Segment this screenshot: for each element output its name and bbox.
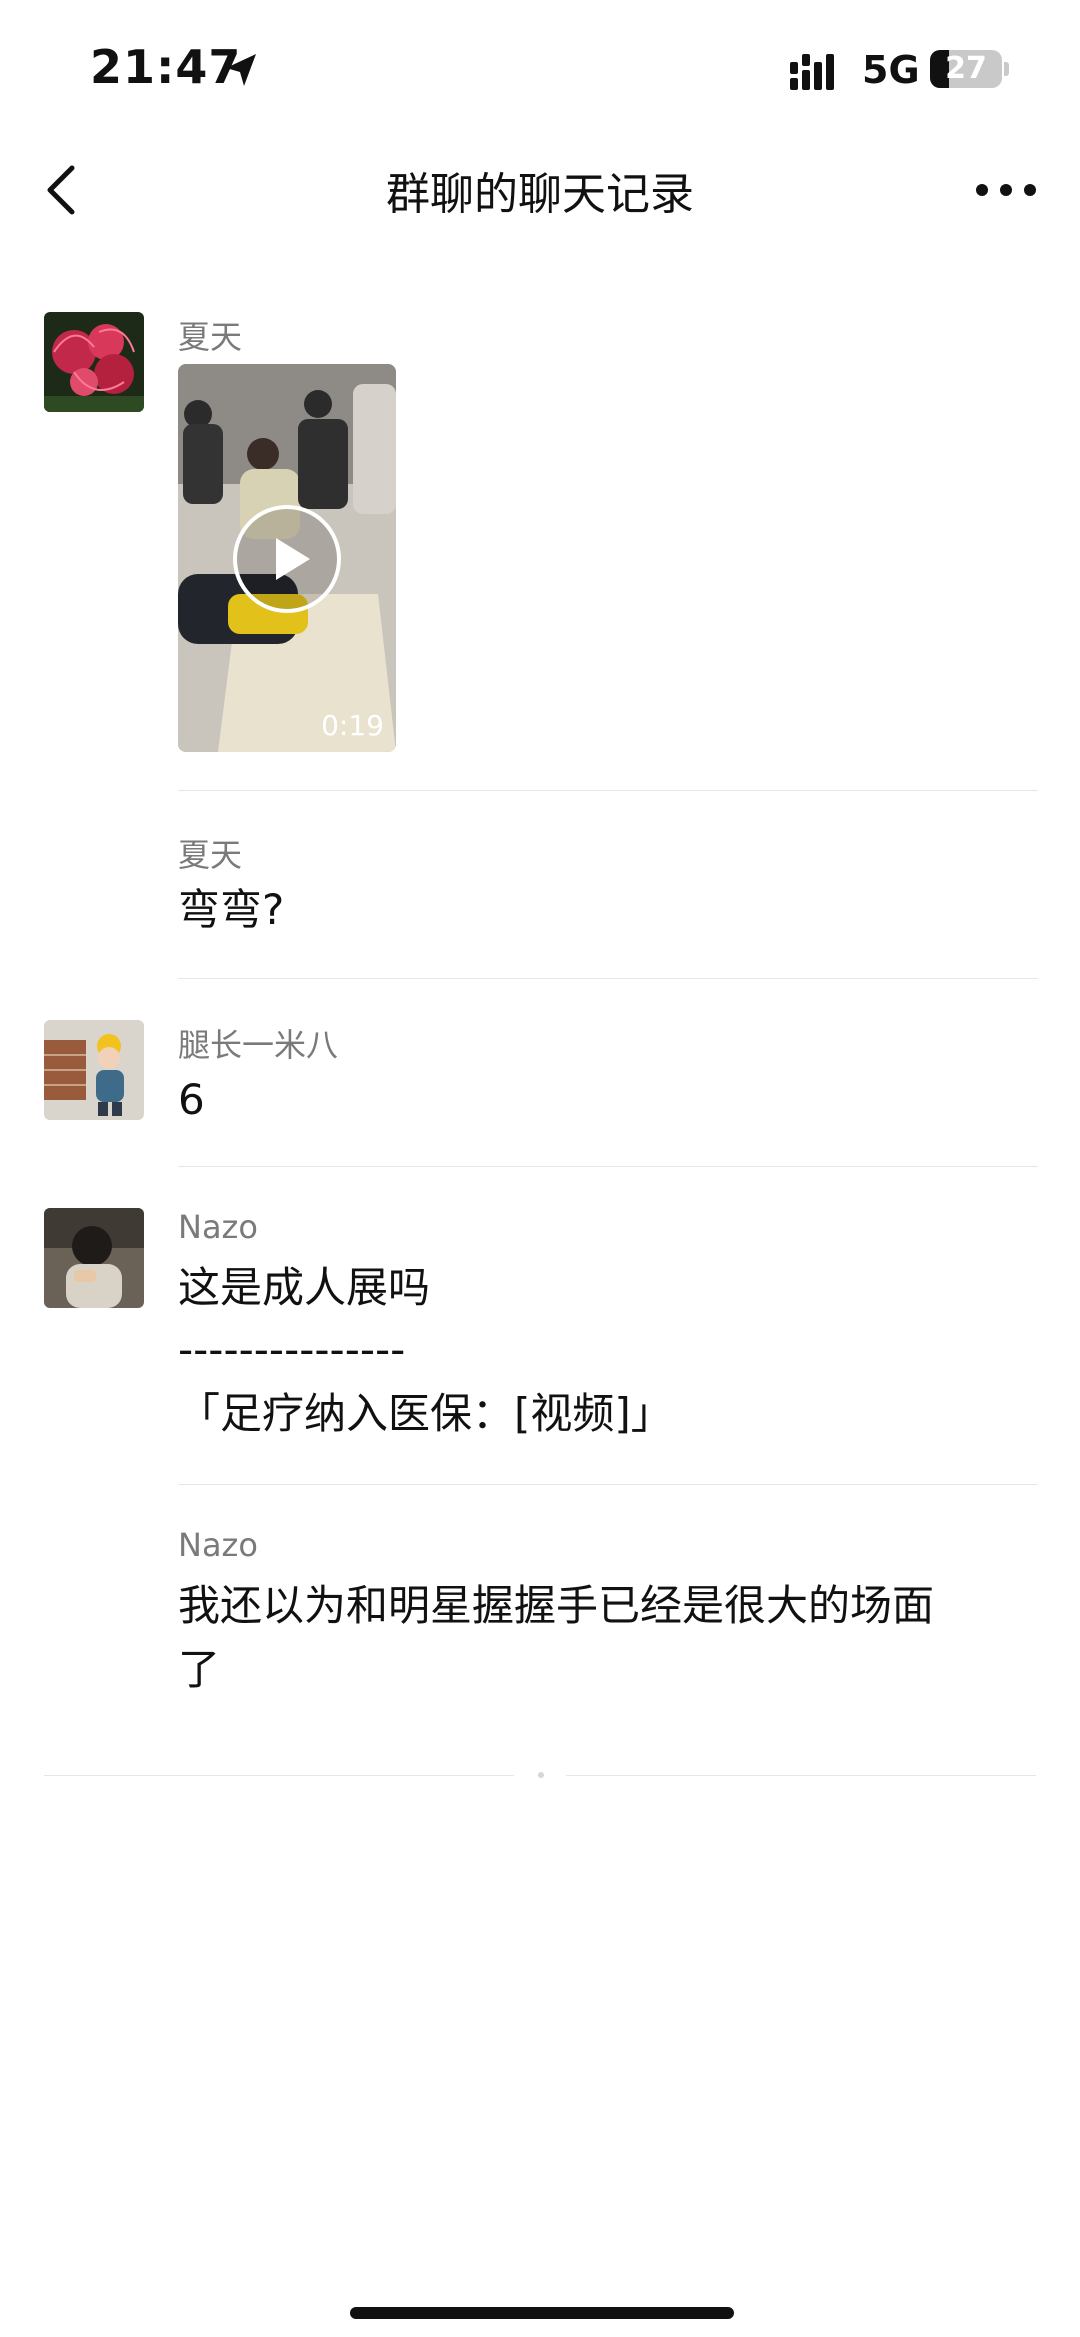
message-text: 弯弯?	[178, 885, 285, 934]
message-text-line: ---------------	[178, 1325, 406, 1374]
end-divider-dot	[538, 1772, 544, 1778]
home-indicator[interactable]	[350, 2307, 734, 2319]
message-text-line: 了	[178, 1645, 221, 1694]
message-text-line: 这是成人展吗	[178, 1263, 431, 1312]
sender-name: Nazo	[178, 1526, 258, 1564]
nav-bar: 群聊的聊天记录	[0, 130, 1080, 250]
divider	[178, 1484, 1038, 1485]
message-text-line: 我还以为和明星握握手已经是很大的场面	[178, 1581, 935, 1630]
divider	[178, 1166, 1038, 1167]
quoted-message: 「足疗纳入医保：[视频]」	[178, 1389, 673, 1438]
play-icon	[233, 505, 341, 613]
cellular-signal-icon	[790, 54, 834, 90]
clock-time: 21:47	[90, 40, 242, 94]
more-button[interactable]	[966, 170, 1046, 210]
sender-name: 夏天	[178, 836, 243, 874]
sender-name: 夏天	[178, 318, 243, 356]
video-thumbnail[interactable]: 0:19	[178, 364, 396, 752]
sender-name: 腿长一米八	[178, 1026, 339, 1064]
avatar[interactable]	[44, 1020, 144, 1120]
battery-icon: 27	[930, 50, 1010, 90]
video-duration: 0:19	[321, 709, 384, 742]
page-title: 群聊的聊天记录	[386, 169, 694, 220]
chevron-left-icon	[47, 165, 75, 215]
child-with-bricks-avatar-image	[44, 1020, 144, 1120]
status-bar: 21:47 5G 27	[0, 0, 1080, 130]
divider	[178, 790, 1038, 791]
location-arrow-icon	[226, 54, 256, 86]
avatar[interactable]	[44, 312, 144, 412]
avatar[interactable]	[44, 1208, 144, 1308]
divider	[178, 978, 1038, 979]
network-type: 5G	[862, 48, 920, 92]
end-divider-right	[566, 1775, 1036, 1776]
back-button[interactable]	[38, 160, 88, 220]
sender-name: Nazo	[178, 1208, 258, 1246]
flower-avatar-image	[44, 312, 144, 412]
message-text: 6	[178, 1075, 205, 1124]
more-dots-icon	[976, 184, 1036, 196]
person-avatar-image	[44, 1208, 144, 1308]
battery-percent: 27	[945, 51, 987, 86]
end-divider-left	[44, 1775, 514, 1776]
